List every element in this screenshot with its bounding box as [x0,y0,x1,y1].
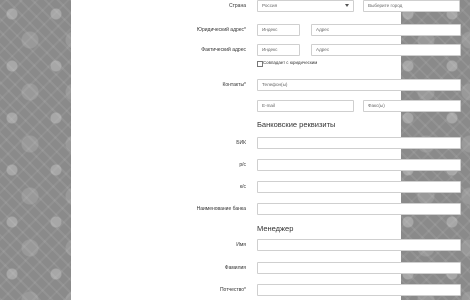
phone-input[interactable]: Телефон(ы) [257,79,461,91]
patronymic-label: Потчество* [219,287,246,293]
fax-placeholder: Факс(ы) [368,103,385,108]
rs-label: р/с [239,162,246,168]
bik-label: БИК [236,140,246,146]
legal-address-placeholder: Адрес [316,27,330,32]
email-placeholder: E-mail [262,103,276,108]
actual-index-placeholder: Индекс [262,47,278,52]
patronymic-input[interactable] [257,284,461,296]
bik-input[interactable] [257,137,461,149]
actual-address-input[interactable]: Адрес [311,44,461,56]
first-name-label: Имя [236,242,246,248]
same-as-legal-label: Совпадает с юридическим [263,60,318,65]
city-select-placeholder: Выберите город [368,3,403,8]
rs-input[interactable] [257,159,461,171]
email-input[interactable]: E-mail [257,100,354,112]
country-select[interactable]: Россия [257,0,354,12]
city-select[interactable]: Выберите город [363,0,460,12]
contacts-label: Контакты* [222,82,246,88]
ks-input[interactable] [257,181,461,193]
country-label: Страна [228,3,246,9]
country-select-value: Россия [262,3,278,8]
fax-input[interactable]: Факс(ы) [363,100,461,112]
bank-name-label: Наименование банка [196,206,246,212]
ks-label: к/с [239,184,246,190]
legal-index-placeholder: Индекс [262,27,278,32]
phone-placeholder: Телефон(ы) [262,82,288,87]
chevron-down-icon [345,4,349,7]
legal-index-input[interactable]: Индекс [257,24,300,36]
bank-name-input[interactable] [257,203,461,215]
form-panel: Страна Россия Выберите город Юридический… [71,0,461,300]
manager-heading: Менеджер [257,224,294,233]
legal-address-input[interactable]: Адрес [311,24,461,36]
actual-address-placeholder: Адрес [316,47,330,52]
bank-heading: Банковские реквизиты [257,120,336,129]
first-name-input[interactable] [257,239,461,251]
actual-index-input[interactable]: Индекс [257,44,300,56]
last-name-input[interactable] [257,262,461,274]
actual-address-label: Фактический адрес [201,47,246,53]
legal-address-label: Юридический адрес* [196,27,246,33]
last-name-label: Фамилия [224,265,246,271]
